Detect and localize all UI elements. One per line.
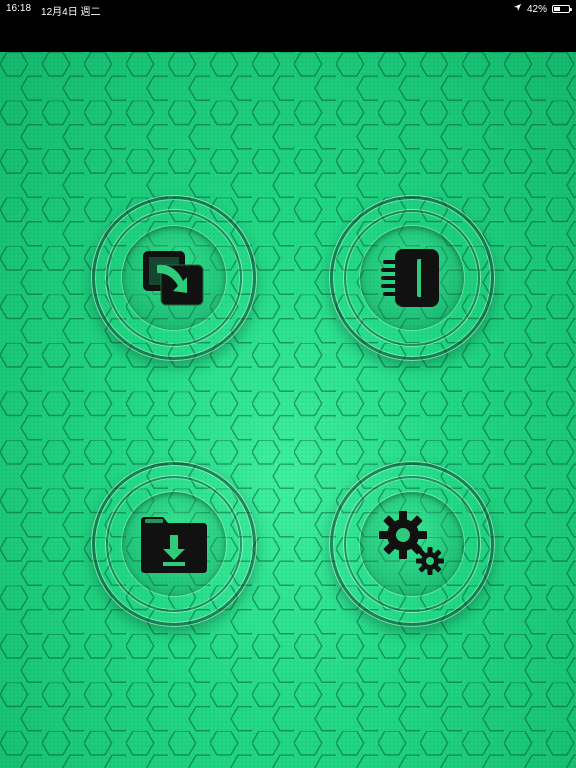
copy-transfer-icon: [139, 243, 209, 313]
folder-download-icon: [139, 509, 209, 579]
folder-download-button[interactable]: [92, 462, 256, 626]
notebook-button[interactable]: [330, 196, 494, 360]
battery-fill: [554, 7, 560, 11]
status-left: 16:18 12月4日 週二: [6, 3, 101, 18]
battery-icon: [552, 5, 572, 13]
notebook-icon: [377, 243, 447, 313]
battery-percent: 42%: [526, 3, 547, 15]
settings-gears-icon: [377, 509, 447, 579]
status-date: 12月4日 週二: [41, 7, 101, 18]
status-time: 16:18: [6, 3, 32, 14]
main-screen: [0, 52, 576, 768]
status-right: 42%: [513, 3, 572, 15]
settings-button[interactable]: [330, 462, 494, 626]
copy-transfer-button[interactable]: [92, 196, 256, 360]
status-bar: 16:18 12月4日 週二 42%: [0, 0, 576, 52]
hexagon-pattern-background: [0, 52, 576, 768]
location-icon: [513, 3, 522, 15]
